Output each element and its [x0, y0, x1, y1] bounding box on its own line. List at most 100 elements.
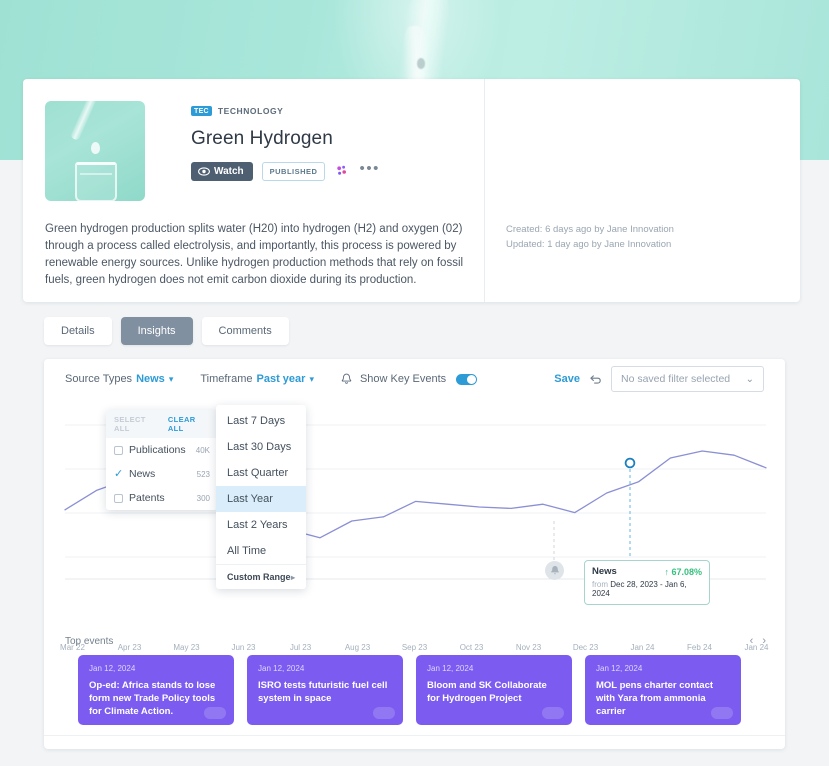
saved-filter-select[interactable]: No saved filter selected ⌄ [611, 366, 764, 392]
source-types-dropdown: SELECT ALL CLEAR ALL Publications 40K ✓ … [106, 410, 218, 510]
source-option-publications[interactable]: Publications 40K [106, 438, 218, 462]
saved-filter-value: No saved filter selected [621, 373, 731, 385]
timeframe-option-custom-range[interactable]: Custom Range ▸ [216, 564, 306, 589]
beaker-graphic [75, 162, 117, 201]
timeframe-option-all-time[interactable]: All Time [216, 538, 306, 564]
event-date: Jan 12, 2024 [89, 664, 136, 673]
chevron-right-icon: ▸ [290, 572, 295, 582]
topic-description: Green hydrogen production splits water (… [45, 223, 464, 286]
bell-icon [341, 373, 352, 384]
chevron-down-icon: ▾ [168, 373, 174, 384]
active-data-point[interactable] [624, 457, 636, 469]
source-option-patents[interactable]: Patents 300 [106, 486, 218, 510]
timeframe-option-last-2-years[interactable]: Last 2 Years [216, 512, 306, 538]
chevron-down-icon: ⌄ [745, 373, 754, 385]
watch-button[interactable]: Watch [191, 162, 253, 181]
source-types-dropdown-header: SELECT ALL CLEAR ALL [106, 410, 218, 438]
bell-icon [550, 565, 559, 575]
checkbox-unchecked-icon[interactable] [114, 445, 123, 455]
source-option-count: 300 [196, 493, 210, 503]
show-key-events-switch[interactable] [456, 373, 478, 385]
topic-summary-card: TEC TECHNOLOGY Green Hydrogen Watch PUBL… [23, 79, 800, 302]
event-title: Op-ed: Africa stands to lose form new Tr… [89, 680, 216, 717]
custom-range-label: Custom Range [227, 572, 291, 582]
water-drop-graphic [417, 58, 425, 69]
event-card[interactable]: Jan 12, 2024 Op-ed: Africa stands to los… [78, 655, 234, 725]
source-types-filter[interactable]: Source Types News ▾ [65, 373, 173, 385]
source-option-count: 523 [196, 469, 210, 479]
panel-footer-divider [44, 735, 785, 749]
tab-comments[interactable]: Comments [201, 317, 289, 345]
event-title: ISRO tests futuristic fuel cell system i… [258, 680, 388, 704]
event-card[interactable]: Jan 12, 2024 MOL pens charter contact wi… [585, 655, 741, 725]
topic-actions-row: Watch PUBLISHED ••• [191, 161, 484, 181]
topic-meta: Created: 6 days ago by Jane Innovation U… [506, 223, 674, 251]
tooltip-row-range: from Dec 28, 2023 - Jan 6, 2024 [592, 580, 702, 598]
event-date: Jan 12, 2024 [596, 664, 643, 673]
timeframe-option-last-30-days[interactable]: Last 30 Days [216, 434, 306, 460]
pipette-graphic [70, 101, 97, 141]
event-title: Bloom and SK Collaborate for Hydrogen Pr… [427, 680, 547, 704]
tooltip-source: News [592, 566, 617, 577]
chart-tooltip: News ↑ 67.08% from Dec 28, 2023 - Jan 6,… [584, 560, 710, 605]
source-types-value: News [136, 373, 165, 385]
select-all-button[interactable]: SELECT ALL [114, 415, 160, 433]
event-card[interactable]: Jan 12, 2024 Bloom and SK Collaborate fo… [416, 655, 572, 725]
event-title: MOL pens charter contact with Yara from … [596, 680, 714, 717]
more-options-button[interactable]: ••• [359, 161, 380, 178]
checkbox-unchecked-icon[interactable] [114, 493, 123, 503]
timeframe-option-last-quarter[interactable]: Last Quarter [216, 460, 306, 486]
events-prev-button[interactable]: ‹ [750, 635, 754, 647]
show-key-events-toggle-row[interactable]: Show Key Events [341, 373, 478, 385]
events-next-button[interactable]: › [762, 635, 766, 647]
timeframe-option-last-7-days[interactable]: Last 7 Days [216, 408, 306, 434]
tooltip-row-primary: News ↑ 67.08% [592, 566, 702, 577]
category-code-chip: TEC [191, 106, 212, 116]
source-option-label: Patents [129, 492, 165, 504]
topic-header: TEC TECHNOLOGY Green Hydrogen Watch PUBL… [191, 99, 484, 181]
source-types-label: Source Types [65, 373, 133, 385]
droplet-graphic [91, 142, 100, 154]
tab-insights[interactable]: Insights [120, 317, 193, 345]
topic-thumbnail [45, 101, 145, 201]
top-events-header: Top events ‹ › [65, 635, 766, 647]
checkbox-checked-icon[interactable]: ✓ [114, 468, 123, 479]
eye-icon [198, 167, 210, 176]
timeframe-dropdown: Last 7 Days Last 30 Days Last Quarter La… [216, 405, 306, 589]
key-event-marker-inactive[interactable] [545, 561, 564, 580]
tab-bar: Details Insights Comments [44, 317, 289, 345]
app-root: TEC TECHNOLOGY Green Hydrogen Watch PUBL… [0, 0, 829, 766]
event-date: Jan 12, 2024 [427, 664, 474, 673]
event-date: Jan 12, 2024 [258, 664, 305, 673]
topic-main-column: TEC TECHNOLOGY Green Hydrogen Watch PUBL… [23, 79, 484, 302]
undo-icon[interactable] [589, 373, 602, 386]
save-button[interactable]: Save [554, 373, 580, 385]
source-option-label: News [129, 468, 156, 480]
category-label: TECHNOLOGY [217, 106, 284, 116]
chevron-down-icon: ▾ [309, 373, 314, 384]
category-row: TEC TECHNOLOGY [191, 104, 484, 118]
source-option-news[interactable]: ✓ News 523 [106, 462, 218, 486]
tooltip-delta: ↑ 67.08% [664, 566, 702, 577]
source-option-count: 40K [195, 445, 210, 455]
topic-meta-column: Created: 6 days ago by Jane Innovation U… [485, 79, 800, 302]
timeframe-option-last-year[interactable]: Last Year [216, 486, 306, 512]
timeframe-value: Past year [256, 373, 306, 385]
watch-button-label: Watch [214, 166, 244, 177]
timeframe-label: Timeframe [200, 373, 253, 385]
source-option-label: Publications [129, 444, 186, 456]
timeframe-filter[interactable]: Timeframe Past year ▾ [200, 373, 314, 385]
updated-text: Updated: 1 day ago by Jane Innovation [506, 239, 672, 250]
top-events-nav: ‹ › [750, 635, 766, 647]
toolbar-right-group: Save No saved filter selected ⌄ [554, 366, 764, 392]
show-key-events-label: Show Key Events [359, 373, 447, 385]
top-events-list: Jan 12, 2024 Op-ed: Africa stands to los… [78, 655, 741, 725]
sparkle-ai-icon[interactable] [334, 164, 350, 180]
event-card[interactable]: Jan 12, 2024 ISRO tests futuristic fuel … [247, 655, 403, 725]
top-events-heading: Top events [65, 635, 114, 647]
status-badge: PUBLISHED [261, 162, 326, 181]
tab-details[interactable]: Details [44, 317, 112, 345]
page-title: Green Hydrogen [191, 128, 333, 149]
created-text: Created: 6 days ago by Jane Innovation [506, 224, 674, 235]
clear-all-button[interactable]: CLEAR ALL [168, 415, 210, 433]
